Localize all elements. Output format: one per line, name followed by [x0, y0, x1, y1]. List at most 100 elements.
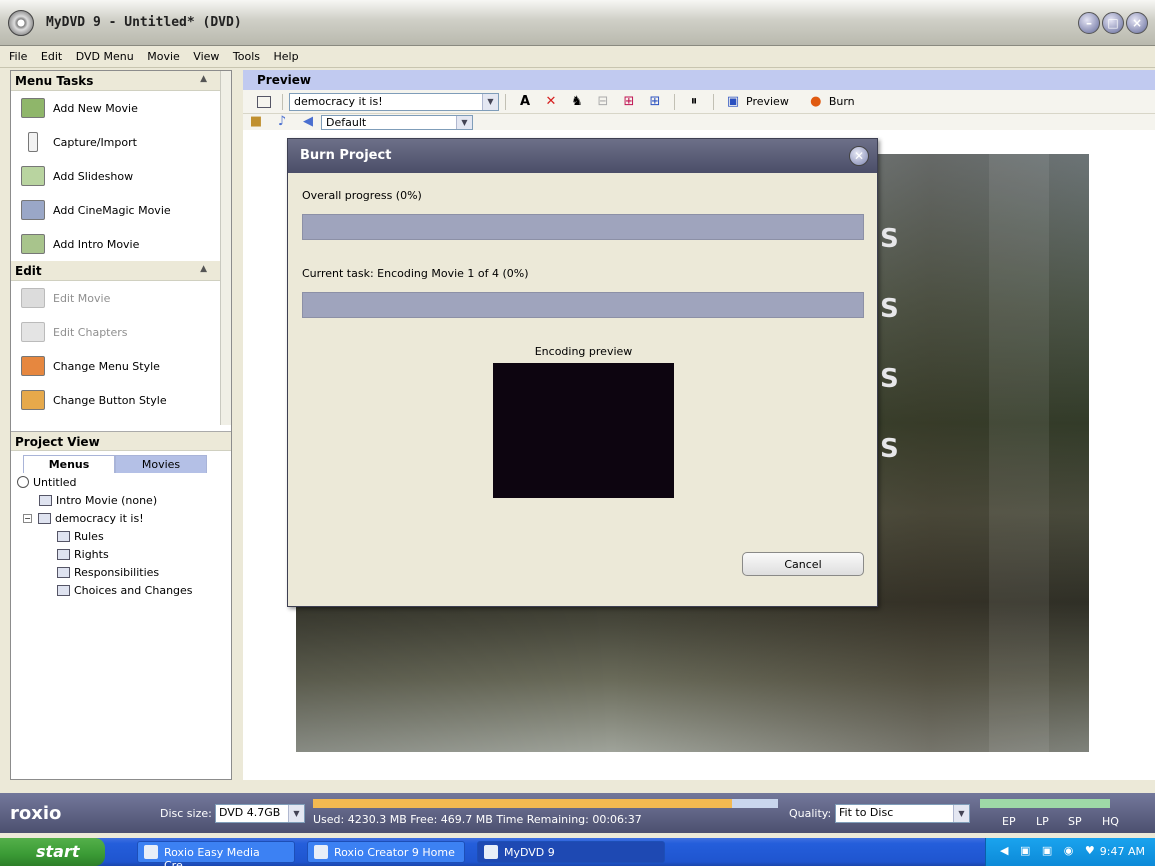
background-band [989, 154, 1049, 752]
change-button-style-button[interactable]: Change Button Style [11, 383, 231, 417]
capture-import-button[interactable]: Capture/Import [11, 125, 231, 159]
app-icon [314, 845, 328, 859]
tree-intro-movie[interactable]: Intro Movie (none) [17, 491, 231, 509]
project-view: Project View Menus Movies Untitled Intro… [11, 431, 231, 779]
edit-header[interactable]: Edit ▲ [11, 261, 231, 281]
expand-icon[interactable]: − [23, 513, 32, 523]
system-tray: ◀ ▣ ▣ ◉ ♥ 9:47 AM [985, 838, 1155, 866]
minimize-button[interactable]: – [1078, 12, 1100, 34]
pause-icon[interactable]: ⏸ [686, 94, 702, 110]
monitor-icon: ▣ [726, 93, 740, 109]
tray-icons[interactable]: ◀ ▣ ▣ ◉ ♥ [1000, 844, 1099, 857]
collapse-icon[interactable]: ▲ [200, 264, 207, 274]
change-menu-style-button[interactable]: Change Menu Style [11, 349, 231, 383]
menu-help[interactable]: Help [269, 46, 304, 63]
menu-button-text[interactable]: S [880, 364, 899, 394]
overall-progress-bar [302, 214, 864, 240]
preview-button[interactable]: Preview [746, 95, 789, 108]
maximize-button[interactable]: □ [1102, 12, 1124, 34]
tree-child-choices[interactable]: Choices and Changes [17, 581, 231, 599]
align-icon[interactable]: ⊟ [595, 94, 611, 110]
chevron-down-icon[interactable]: ▼ [953, 805, 969, 822]
close-window-button[interactable]: × [1126, 12, 1148, 34]
style-select[interactable]: Default ▼ [321, 114, 473, 130]
menu-tasks-header[interactable]: Menu Tasks ▲ [11, 71, 231, 91]
menu-button-text[interactable]: S [880, 224, 899, 254]
tree-intro-label: Intro Movie (none) [56, 493, 158, 507]
tab-movies[interactable]: Movies [115, 455, 207, 473]
add-cinemagic-movie-button[interactable]: Add CineMagic Movie [11, 193, 231, 227]
menu-edit[interactable]: Edit [36, 46, 67, 63]
disc-usage-text: Used: 4230.3 MB Free: 469.7 MB Time Rema… [313, 813, 642, 826]
disc-status-bar: roxio Disc size: DVD 4.7GB ▼ Used: 4230.… [0, 793, 1155, 833]
tree-child-rules[interactable]: Rules [17, 527, 231, 545]
grid-icon[interactable]: ⊞ [621, 94, 637, 110]
close-icon[interactable]: ✕ [849, 146, 869, 166]
quality-mode-ep[interactable]: EP [1002, 815, 1016, 828]
menu-tools[interactable]: Tools [228, 46, 265, 63]
add-intro-movie-button[interactable]: Add Intro Movie [11, 227, 231, 261]
tasks-scrollbar[interactable] [220, 71, 231, 425]
menu-bar: File Edit DVD Menu Movie View Tools Help [0, 46, 1155, 68]
disc-icon [17, 476, 29, 488]
menu-file[interactable]: File [4, 46, 32, 63]
disc-size-select[interactable]: DVD 4.7GB ▼ [215, 804, 305, 823]
menu-movie[interactable]: Movie [142, 46, 185, 63]
quality-mode-sp[interactable]: SP [1068, 815, 1082, 828]
chevron-down-icon[interactable]: ▼ [456, 115, 472, 129]
tree-menu-node[interactable]: − democracy it is! [17, 509, 231, 527]
add-movie-icon [21, 98, 45, 118]
burn-icon: ● [810, 93, 822, 109]
menu-view[interactable]: View [188, 46, 224, 63]
edit-chapters-icon [21, 322, 45, 342]
motion-icon[interactable]: ♞ [569, 94, 585, 110]
menu-button-text[interactable]: S [880, 294, 899, 324]
start-label: start [36, 842, 80, 861]
tree-child-label: Rules [74, 529, 104, 543]
background-icon[interactable]: ■ [248, 114, 264, 130]
burn-button[interactable]: Burn [829, 95, 855, 108]
disc-size-label: Disc size: [160, 807, 212, 820]
menu-button-text[interactable]: S [880, 434, 899, 464]
quality-select[interactable]: Fit to Disc ▼ [835, 804, 970, 823]
taskbar-item-mydvd[interactable]: MyDVD 9 [477, 841, 665, 863]
task-label: Add Slideshow [53, 169, 134, 183]
taskbar-item-easy-media[interactable]: Roxio Easy Media Cre... [137, 841, 295, 866]
edit-movie-button[interactable]: Edit Movie [11, 281, 231, 315]
tree-root[interactable]: Untitled [17, 473, 231, 491]
edit-chapters-button[interactable]: Edit Chapters [11, 315, 231, 349]
preview-toolbar: democracy it is! ▼ A ✕ ♞ ⊟ ⊞ ⊞ ⏸ ▣ Previ… [243, 90, 1155, 114]
disc-usage-bar [313, 799, 778, 808]
mydvd-app-icon [8, 10, 34, 36]
quality-mode-hq[interactable]: HQ [1102, 815, 1119, 828]
toggle-panel-icon[interactable] [257, 95, 271, 108]
add-new-movie-button[interactable]: Add New Movie [11, 91, 231, 125]
cancel-button[interactable]: Cancel [742, 552, 864, 576]
collapse-icon[interactable]: ▲ [200, 74, 207, 84]
layout-icon[interactable]: ⊞ [647, 94, 663, 110]
burn-project-dialog: Burn Project ✕ Overall progress (0%) Cur… [287, 138, 878, 607]
tab-menus[interactable]: Menus [23, 455, 115, 473]
quality-mode-lp[interactable]: LP [1036, 815, 1049, 828]
delete-icon[interactable]: ✕ [543, 94, 559, 110]
disc-usage-fill [313, 799, 732, 808]
menu-select[interactable]: democracy it is! ▼ [289, 92, 499, 111]
chevron-down-icon[interactable]: ▼ [482, 93, 498, 110]
tree-root-label: Untitled [33, 475, 77, 489]
windows-taskbar: start Roxio Easy Media Cre... Roxio Crea… [0, 838, 1155, 866]
taskbar-item-creator-home[interactable]: Roxio Creator 9 Home [307, 841, 465, 863]
tree-child-responsibilities[interactable]: Responsibilities [17, 563, 231, 581]
edit-movie-icon [21, 288, 45, 308]
volume-icon[interactable]: ◀ [300, 114, 316, 130]
separator [505, 93, 506, 110]
menu-tasks-title: Menu Tasks [15, 74, 94, 88]
music-icon[interactable]: ♪ [274, 114, 290, 130]
movie-icon [57, 548, 70, 560]
start-button[interactable]: start [0, 838, 105, 866]
title-bar: MyDVD 9 - Untitled* (DVD) – □ × [0, 0, 1155, 46]
add-text-icon[interactable]: A [517, 94, 533, 110]
menu-dvd-menu[interactable]: DVD Menu [71, 46, 139, 63]
tree-child-rights[interactable]: Rights [17, 545, 231, 563]
chevron-down-icon[interactable]: ▼ [288, 805, 304, 822]
add-slideshow-button[interactable]: Add Slideshow [11, 159, 231, 193]
